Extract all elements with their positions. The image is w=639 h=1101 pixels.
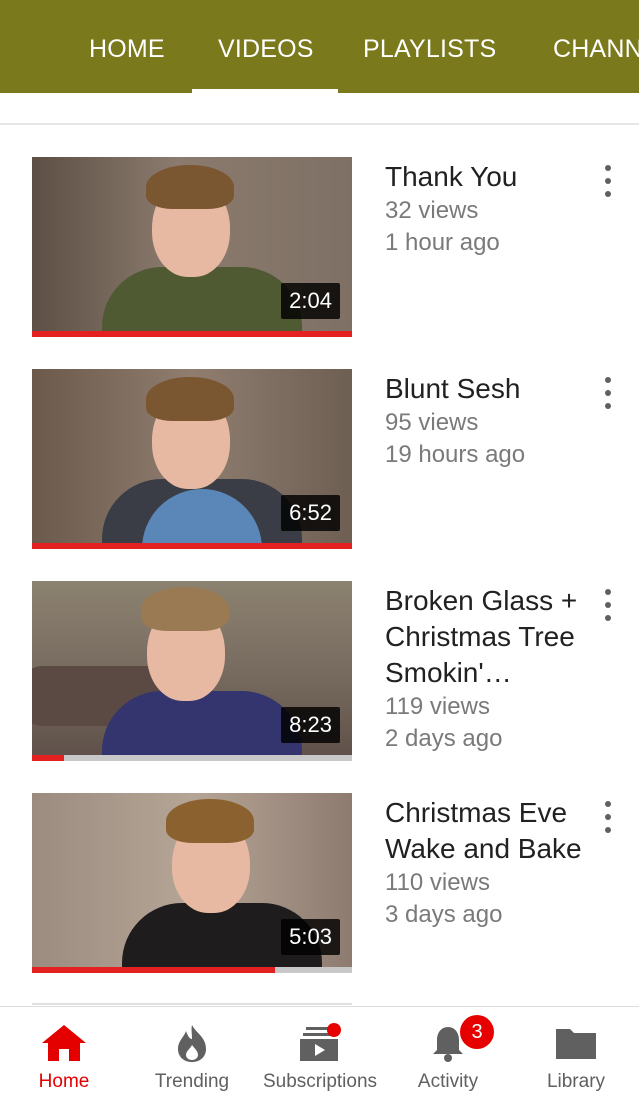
nav-library[interactable]: Library <box>512 1007 639 1101</box>
watch-progress-bar <box>32 331 352 337</box>
video-row[interactable]: 5:03 Christmas Eve Wake and Bake 110 vie… <box>0 793 639 983</box>
nav-home[interactable]: Home <box>0 1007 128 1101</box>
watch-progress-bar <box>32 543 352 549</box>
nav-label-home: Home <box>38 1071 90 1092</box>
watch-progress-fill <box>32 967 276 973</box>
video-views: 119 views <box>385 693 490 720</box>
home-icon <box>40 1023 88 1068</box>
video-views: 110 views <box>385 869 490 896</box>
video-row[interactable]: 2:04 Thank You 32 views 1 hour ago <box>0 157 639 347</box>
activity-notification-badge: 3 <box>460 1015 494 1049</box>
video-row[interactable]: 8:23 Broken Glass + Christmas Tree Smoki… <box>0 581 639 771</box>
video-age: 3 days ago <box>385 901 503 928</box>
watch-progress-bar <box>32 755 352 761</box>
nav-trending[interactable]: Trending <box>128 1007 256 1101</box>
video-meta: Thank You 32 views 1 hour ago <box>385 159 585 259</box>
video-thumbnail[interactable]: 8:23 <box>32 581 352 761</box>
video-age: 2 days ago <box>385 725 503 752</box>
video-thumbnail[interactable]: 2:04 <box>32 157 352 337</box>
video-title[interactable]: Broken Glass + Christmas Tree Smokin'… <box>385 583 585 691</box>
watch-progress-fill <box>32 331 352 337</box>
watch-progress-fill <box>32 543 352 549</box>
channel-tab-bar: HOME VIDEOS PLAYLISTS CHANN <box>0 0 639 93</box>
folder-icon <box>554 1023 598 1068</box>
video-duration: 8:23 <box>281 707 340 743</box>
video-age: 1 hour ago <box>385 229 500 256</box>
watch-progress-fill <box>32 755 64 761</box>
video-thumbnail[interactable]: 5:03 <box>32 793 352 973</box>
video-title[interactable]: Thank You <box>385 159 585 195</box>
nav-subscriptions[interactable]: Subscriptions <box>256 1007 384 1101</box>
tab-videos[interactable]: VIDEOS <box>218 0 314 93</box>
tab-playlists[interactable]: PLAYLISTS <box>363 0 496 93</box>
nav-label-activity: Activity <box>417 1071 479 1092</box>
video-thumbnail[interactable]: 6:52 <box>32 369 352 549</box>
video-duration: 6:52 <box>281 495 340 531</box>
video-row[interactable]: 6:52 Blunt Sesh 95 views 19 hours ago <box>0 369 639 559</box>
sort-bar <box>0 93 639 125</box>
flame-icon <box>174 1023 210 1068</box>
video-duration: 5:03 <box>281 919 340 955</box>
video-meta: Blunt Sesh 95 views 19 hours ago <box>385 371 585 471</box>
bottom-navigation: Home Trending Subscriptions Activity Lib… <box>0 1006 639 1101</box>
nav-label-trending: Trending <box>154 1071 230 1092</box>
video-views: 95 views <box>385 409 479 436</box>
list-divider <box>32 1003 352 1005</box>
video-views: 32 views <box>385 197 479 224</box>
video-title[interactable]: Christmas Eve Wake and Bake <box>385 795 585 867</box>
more-options-icon[interactable] <box>598 587 618 623</box>
tab-channels[interactable]: CHANN <box>553 0 639 93</box>
video-title[interactable]: Blunt Sesh <box>385 371 585 407</box>
video-age: 19 hours ago <box>385 441 526 468</box>
more-options-icon[interactable] <box>598 799 618 835</box>
more-options-icon[interactable] <box>598 163 618 199</box>
video-duration: 2:04 <box>281 283 340 319</box>
video-meta: Christmas Eve Wake and Bake 110 views 3 … <box>385 795 585 931</box>
nav-label-subscriptions: Subscriptions <box>262 1071 378 1092</box>
video-meta: Broken Glass + Christmas Tree Smokin'… 1… <box>385 583 585 755</box>
watch-progress-bar <box>32 967 352 973</box>
tab-home[interactable]: HOME <box>89 0 165 93</box>
more-options-icon[interactable] <box>598 375 618 411</box>
nav-activity[interactable]: Activity <box>384 1007 512 1101</box>
subscriptions-icon <box>298 1023 342 1068</box>
nav-label-library: Library <box>546 1071 606 1092</box>
